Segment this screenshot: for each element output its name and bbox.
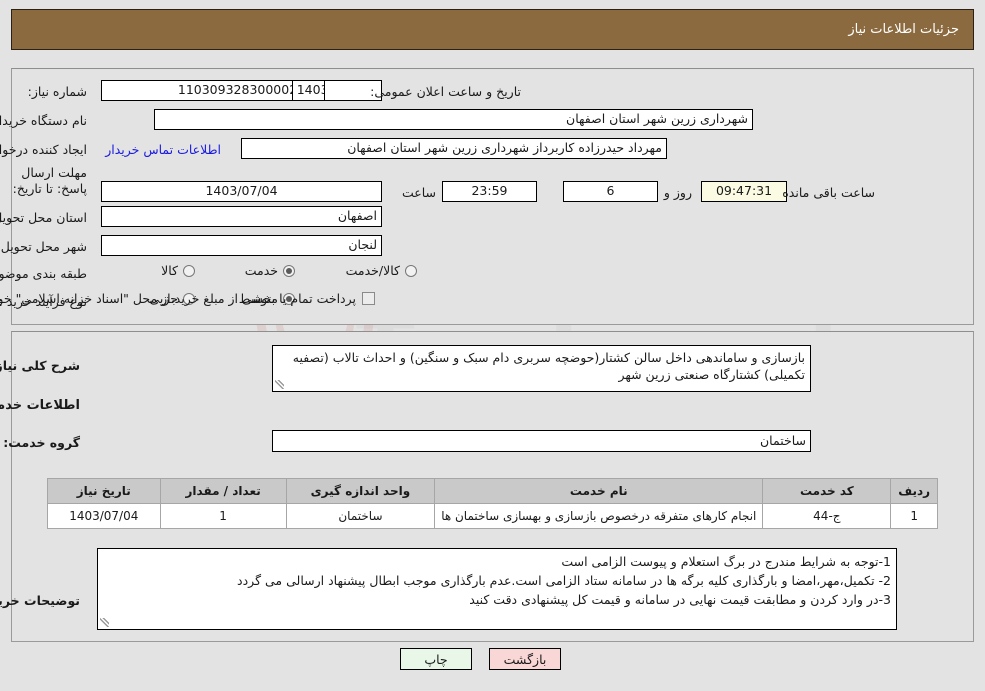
back-button[interactable]: بازگشت [489,648,561,670]
need-number-label: شماره نیاز: [27,84,87,99]
table-header-row: ردیف کد خدمت نام خدمت واحد اندازه گیری ت… [47,478,938,504]
delivery-province-value: اصفهان [101,206,382,227]
services-table: ردیف کد خدمت نام خدمت واحد اندازه گیری ت… [47,478,938,529]
deadline-date-value: 1403/07/04 [101,181,382,202]
print-button[interactable]: چاپ [400,648,472,670]
cell-qty: 1 [159,503,287,529]
cell-unit: ساختمان [285,503,436,529]
service-group-value: ساختمان [272,430,811,452]
radio-category-goods-dot [183,264,195,277]
table-row: 1 ج-44 انجام کارهای متفرقه درخصوص بازساز… [47,503,938,529]
radio-category-goods[interactable]: کالا [161,263,195,278]
buyer-contact-link[interactable]: اطلاعات تماس خریدار [105,142,221,157]
radio-category-goods-service-label: کالا/خدمت [345,263,400,278]
cell-name: انجام کارهای متفرقه درخصوص بازسازی و بهس… [434,503,764,529]
radio-category-service-label: خدمت [244,263,278,278]
services-section-heading: اطلاعات خدمات مورد نیاز [0,398,80,413]
deadline-hour-value: 23:59 [442,181,537,202]
col-qty: تعداد / مقدار [159,478,287,504]
delivery-city-label: شهر محل تحویل: [0,239,87,254]
radio-category-goods-service-dot [405,264,417,277]
remaining-days-value: 6 [563,181,658,202]
radio-category-goods-service[interactable]: کالا/خدمت [346,263,417,278]
cell-row: 1 [890,503,938,529]
remaining-countdown-value: 09:47:31 [701,181,787,202]
page-header-bar: جزئیات اطلاعات نیاز [11,9,974,50]
radio-category-service[interactable]: خدمت [245,263,295,278]
treasury-bonds-checkbox-row[interactable]: پرداخت تمام یا بخشی از مبلغ خرید،از محل … [0,291,375,306]
cell-code: ج-44 [762,503,892,529]
general-description-label: شرح کلی نیاز: [0,358,80,373]
col-name: نام خدمت [434,478,764,504]
page-title: جزئیات اطلاعات نیاز [848,22,959,37]
radio-category-goods-label: کالا [161,263,178,278]
page-root: aTender.net جزئیات اطلاعات نیاز شماره نی… [0,0,985,691]
deadline-hour-label: ساعت [401,185,436,200]
delivery-city-value: لنجان [101,235,382,256]
request-creator-value: مهرداد حیدرزاده کاربرداز شهرداری زرین شه… [241,138,667,159]
radio-category-service-dot [283,264,295,277]
delivery-province-label: استان محل تحویل: [0,210,87,225]
response-deadline-label: مهلت ارسال پاسخ: تا تاریخ: [12,165,87,196]
col-date: تاریخ نیاز [47,478,161,504]
treasury-bonds-label: پرداخت تمام یا بخشی از مبلغ خرید،از محل … [0,291,356,306]
announce-datetime-label: تاریخ و ساعت اعلان عمومی: [370,84,521,99]
buyer-notes-label: توضیحات خریدار: [0,593,80,608]
col-unit: واحد اندازه گیری [285,478,436,504]
buyer-notes-value[interactable]: 1-توجه به شرایط مندرج در برگ استعلام و پ… [97,548,897,630]
need-number-value: 1103093283000024 [101,80,382,101]
buyer-org-value: شهرداری زرین شهر استان اصفهان [154,109,753,130]
remaining-days-label: روز و [663,185,692,200]
request-creator-label: ایجاد کننده درخواست: [0,142,87,157]
announce-datetime-value: 1403/06/29 - 13:39 [292,80,325,101]
cell-date: 1403/07/04 [47,503,161,529]
buyer-org-label: نام دستگاه خریدار: [0,113,87,128]
treasury-bonds-checkbox[interactable] [362,292,375,305]
col-code: کد خدمت [762,478,892,504]
remaining-hours-label: ساعت باقی مانده [782,185,875,200]
col-row: ردیف [890,478,938,504]
subject-category-label: طبقه بندی موضوعی: [0,266,87,281]
general-description-value[interactable]: بازسازی و ساماندهی داخل سالن کشتار(حوضچه… [272,345,811,392]
service-group-label: گروه خدمت: [3,435,80,450]
